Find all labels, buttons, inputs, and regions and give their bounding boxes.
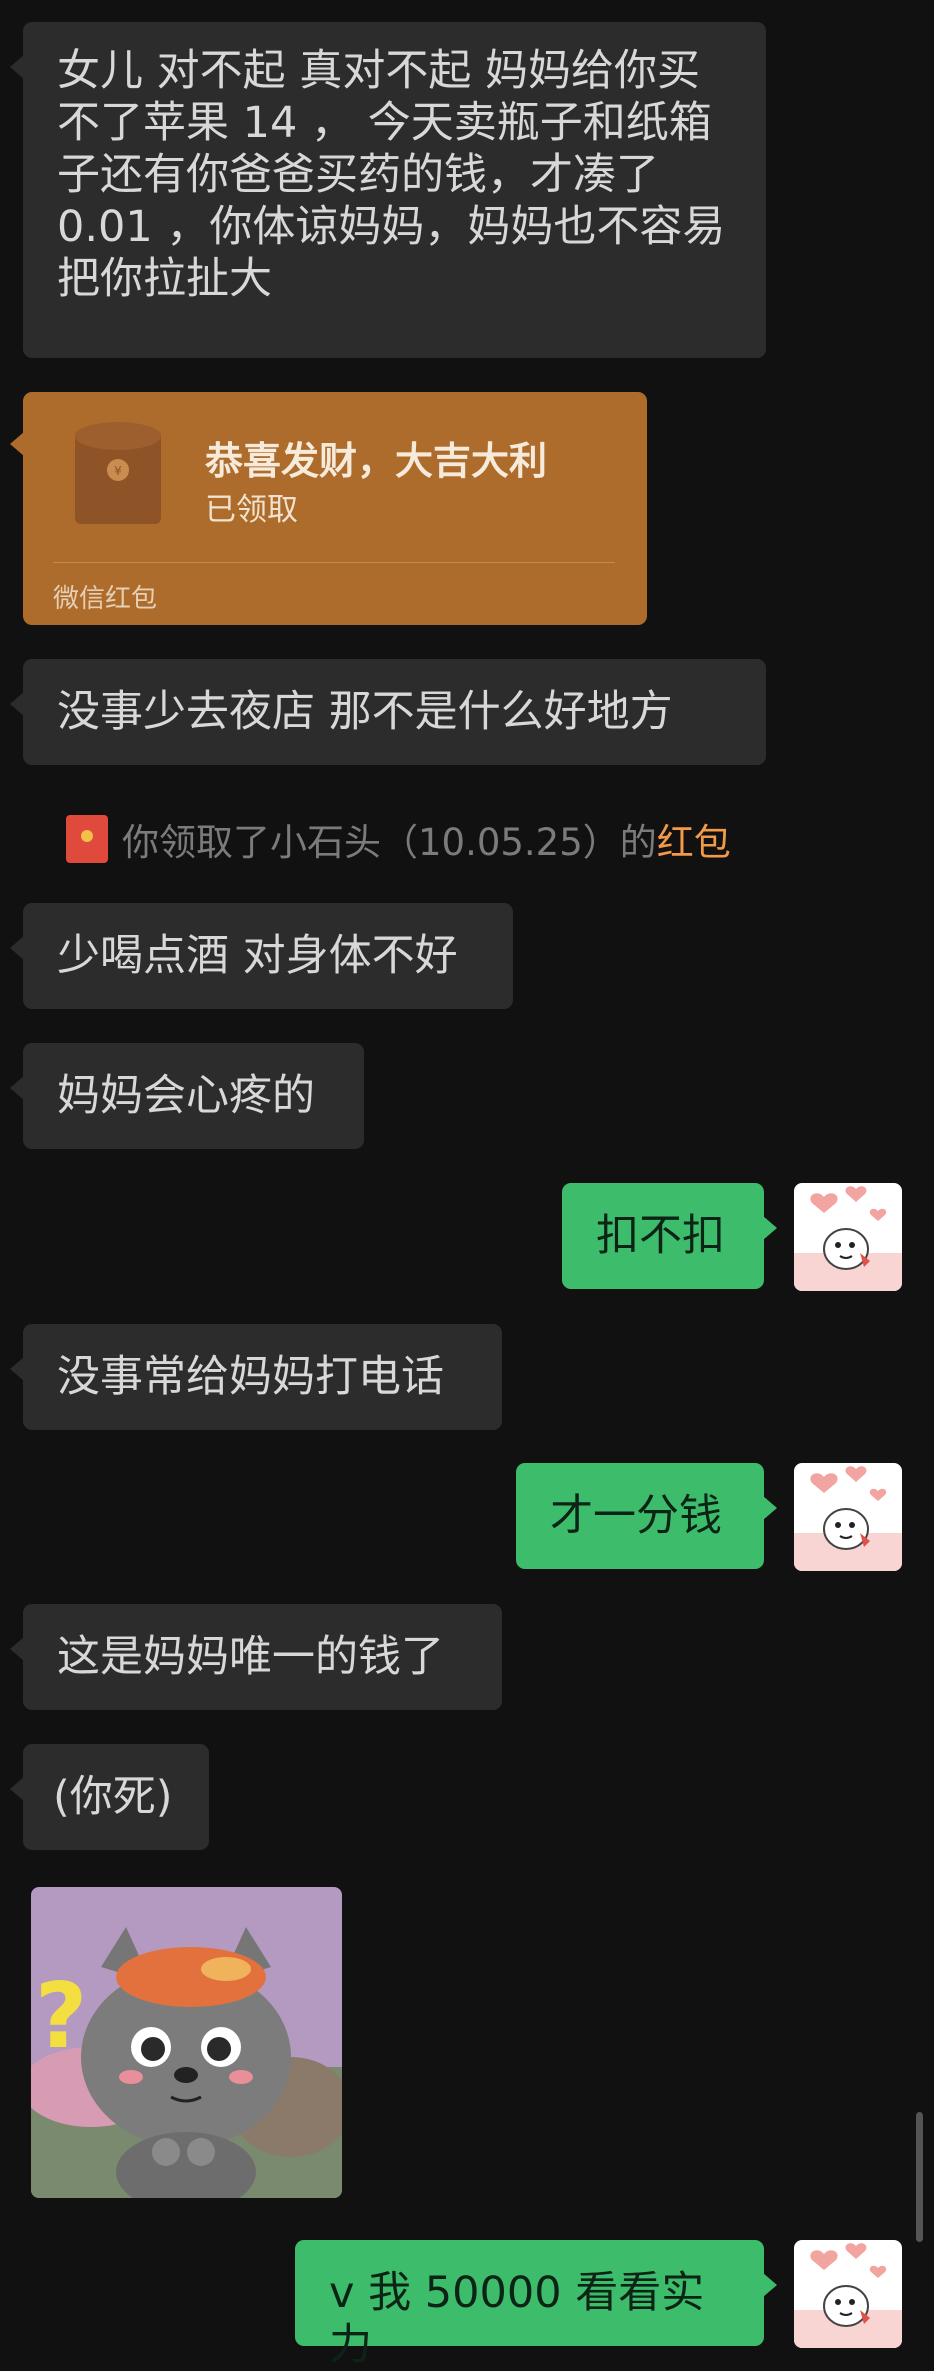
message-bubble-outgoing[interactable]: 扣不扣 [562,1183,777,1289]
system-notice: 你领取了小石头（10.05.25）的 红包 [66,812,731,866]
message-bubble-outgoing[interactable]: 才一分钱 [516,1463,777,1569]
message-text: 扣不扣 [596,1211,725,1261]
message-bubble[interactable]: 少喝点酒 对身体不好 [10,903,513,1009]
cartoon-sheep-hearts-avatar [794,1466,902,1571]
message-bubble[interactable]: 妈妈会心疼的 [10,1043,364,1149]
cartoon-sheep-hearts-avatar [794,1186,902,1291]
red-packet-card[interactable]: ¥ 恭喜发财，大吉大利 已领取 微信红包 [10,392,647,625]
grey-wolf-sticker: ? [31,1887,342,2198]
message-text: 这是妈妈唯一的钱了 [57,1632,444,1682]
divider [53,562,615,563]
message-bubble[interactable]: 没事常给妈妈打电话 [10,1324,502,1430]
message-bubble[interactable]: 没事少去夜店 那不是什么好地方 [10,659,766,765]
svg-text:¥: ¥ [114,464,122,478]
message-text: v 我 50000 看看实力 [329,2268,705,2370]
message-text: 才一分钱 [550,1491,722,1541]
red-packet-status: 已领取 [205,492,298,528]
scrollbar[interactable] [916,2112,923,2242]
message-bubble-outgoing[interactable]: v 我 50000 看看实力 [295,2240,777,2370]
message-bubble[interactable]: (你死) [10,1744,209,1850]
message-text: 少喝点酒 对身体不好 [57,931,458,981]
message-text: 把你拉扯大 [57,254,272,304]
avatar[interactable] [794,1183,902,1291]
red-envelope-icon: ¥ [75,422,161,524]
cartoon-sheep-hearts-avatar [794,2243,902,2348]
message-text: 女儿 对不起 真对不起 妈妈给你买 [57,46,701,96]
message-bubble[interactable]: 这是妈妈唯一的钱了 [10,1604,502,1710]
avatar[interactable] [794,1463,902,1571]
red-packet-link[interactable]: 红包 [657,812,731,866]
message-text: 没事少去夜店 那不是什么好地方 [57,687,673,737]
message-text: 子还有你爸爸买药的钱，才凑了 [57,150,659,200]
red-packet-title: 恭喜发财，大吉大利 [205,439,548,483]
system-notice-text: 你领取了小石头（10.05.25）的 [122,821,657,864]
message-text: 0.01 ，你体谅妈妈，妈妈也不容易 [57,202,726,252]
message-text: 妈妈会心疼的 [57,1071,315,1121]
sticker-image[interactable]: ? [31,1887,342,2198]
message-text: (你死) [53,1772,173,1822]
message-text: 没事常给妈妈打电话 [57,1352,444,1402]
svg-text:?: ? [35,1964,87,2069]
message-text: 不了苹果 14 ， 今天卖瓶子和纸箱 [57,98,712,148]
red-envelope-icon [66,815,108,863]
red-packet-footer: 微信红包 [53,584,158,614]
message-bubble[interactable]: 女儿 对不起 真对不起 妈妈给你买 不了苹果 14 ， 今天卖瓶子和纸箱 子还有… [10,22,766,358]
avatar[interactable] [794,2240,902,2348]
